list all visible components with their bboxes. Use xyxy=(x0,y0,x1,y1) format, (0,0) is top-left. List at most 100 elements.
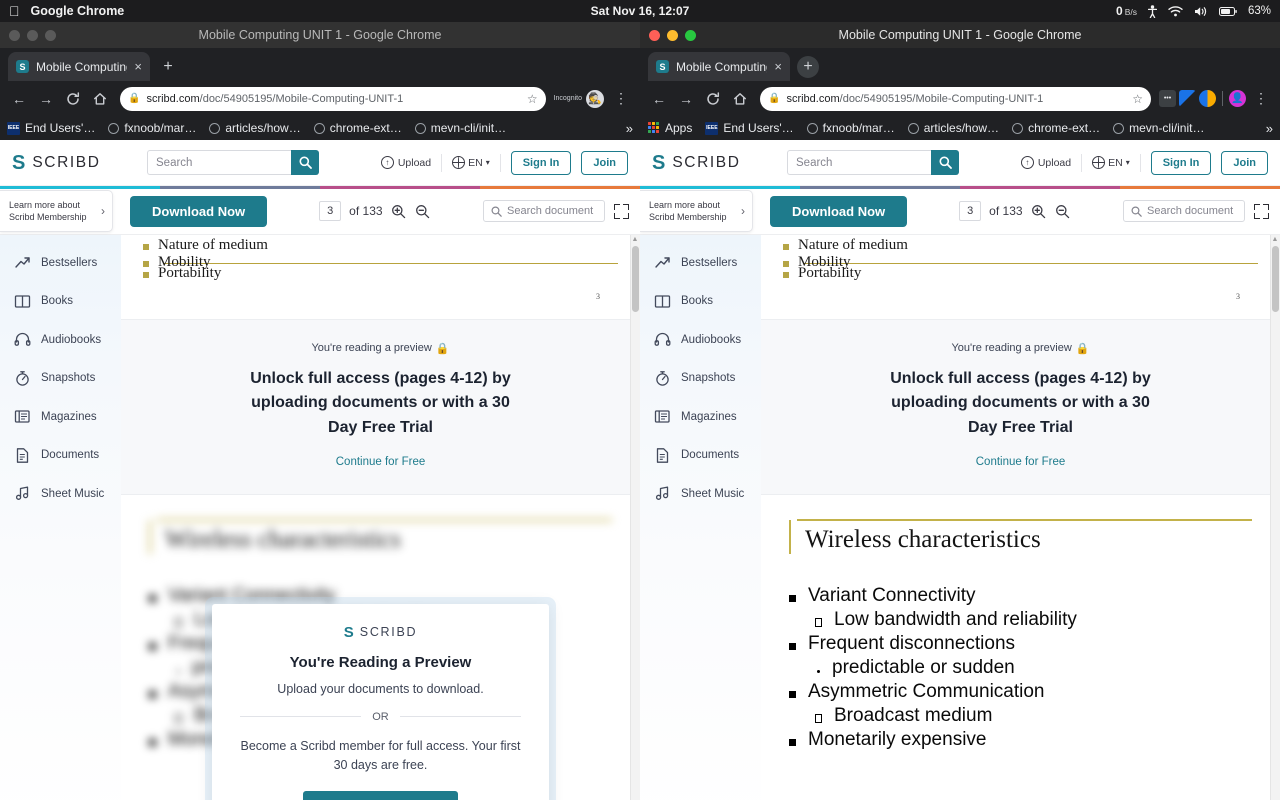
bookmark-item[interactable]: fxnoob/mar… xyxy=(108,121,196,135)
sidebar-item-books[interactable]: Books xyxy=(0,282,121,321)
back-icon[interactable]: ← xyxy=(647,87,671,111)
chrome-menu-icon[interactable]: ⋮ xyxy=(609,87,633,111)
language-selector[interactable]: EN ▾ xyxy=(1092,156,1130,169)
membership-promo-button[interactable]: Learn more about Scribd Membership › xyxy=(640,190,753,232)
document-search[interactable]: Search document xyxy=(483,200,605,222)
fullscreen-icon[interactable] xyxy=(1254,203,1269,219)
upload-button[interactable]: ↑ Upload xyxy=(380,156,431,169)
download-now-button[interactable]: Download Now xyxy=(130,195,268,227)
sign-in-button[interactable]: Sign In xyxy=(510,150,572,175)
extension-dark-icon[interactable] xyxy=(1159,90,1176,107)
wifi-icon[interactable] xyxy=(1168,5,1183,17)
join-button[interactable]: Join xyxy=(1221,150,1268,175)
browser-tab[interactable]: S Mobile Computing U × xyxy=(648,52,790,81)
sidebar-item-audiobooks[interactable]: Audiobooks xyxy=(0,321,121,360)
sidebar-item-magazines[interactable]: Magazines xyxy=(0,398,121,437)
join-button[interactable]: Join xyxy=(581,150,628,175)
scroll-up-arrow-icon[interactable]: ▲ xyxy=(1271,236,1279,244)
search-icon[interactable] xyxy=(291,150,319,175)
bookmark-item[interactable]: articles/how… xyxy=(907,121,999,135)
bookmark-item-apps[interactable]: Apps xyxy=(647,121,692,135)
chrome-menu-icon[interactable]: ⋮ xyxy=(1249,87,1273,111)
accessibility-icon[interactable] xyxy=(1147,4,1157,18)
document-reader[interactable]: Nature of medium Mobility Portability 3 … xyxy=(761,234,1280,800)
browser-window-right[interactable]: Mobile Computing UNIT 1 - Google Chrome … xyxy=(640,22,1280,800)
sign-in-button[interactable]: Sign In xyxy=(1150,150,1212,175)
modal-continue-for-free-button[interactable]: Continue for Free xyxy=(303,790,458,800)
bookmark-star-icon[interactable]: ☆ xyxy=(527,92,538,106)
extension-blue-icon[interactable] xyxy=(1179,90,1196,107)
site-search[interactable] xyxy=(787,150,959,175)
window-titlebar-right[interactable]: Mobile Computing UNIT 1 - Google Chrome xyxy=(640,22,1280,48)
zoom-out-icon[interactable] xyxy=(1055,203,1071,219)
bookmark-item[interactable]: IEEE End Users'… xyxy=(705,121,794,135)
close-icon[interactable]: × xyxy=(774,60,782,73)
bookmark-item[interactable]: chrome-ext… xyxy=(1012,121,1100,135)
reader-scrollbar[interactable]: ▲ ▼ xyxy=(1270,234,1280,800)
upload-button[interactable]: ↑ Upload xyxy=(1020,156,1071,169)
scroll-up-arrow-icon[interactable]: ▲ xyxy=(631,236,639,244)
language-selector[interactable]: EN ▾ xyxy=(452,156,490,169)
zoom-out-icon[interactable] xyxy=(415,203,431,219)
site-search[interactable] xyxy=(147,150,319,175)
battery-icon[interactable] xyxy=(1218,6,1237,16)
bookmarks-overflow-icon[interactable]: » xyxy=(626,121,633,136)
reload-icon[interactable] xyxy=(61,87,85,111)
maximize-window-button[interactable] xyxy=(45,29,56,41)
document-search[interactable]: Search document xyxy=(1123,200,1245,222)
bookmark-item[interactable]: IEEE End Users'… xyxy=(7,121,95,135)
zoom-in-icon[interactable] xyxy=(391,203,407,219)
page-number-input[interactable] xyxy=(959,201,982,221)
download-now-button[interactable]: Download Now xyxy=(770,195,908,227)
sidebar-item-documents[interactable]: Documents xyxy=(0,436,121,475)
sidebar-item-bestsellers[interactable]: Bestsellers xyxy=(640,244,761,283)
profile-avatar[interactable]: 👤 xyxy=(1229,90,1246,107)
search-icon[interactable] xyxy=(931,150,959,175)
minimize-window-button[interactable] xyxy=(27,29,38,41)
home-icon[interactable] xyxy=(728,87,752,111)
membership-promo-button[interactable]: Learn more about Scribd Membership › xyxy=(0,190,113,232)
sidebar-item-magazines[interactable]: Magazines xyxy=(640,398,761,437)
sidebar-item-books[interactable]: Books xyxy=(640,282,761,321)
close-icon[interactable]: × xyxy=(134,60,142,73)
forward-icon[interactable]: → xyxy=(34,87,58,111)
scribd-logo[interactable]: S SCRIBD xyxy=(12,153,147,173)
reader-scrollbar[interactable]: ▲ ▼ xyxy=(630,234,640,800)
volume-icon[interactable] xyxy=(1194,6,1208,17)
close-window-button[interactable] xyxy=(9,29,20,41)
document-reader[interactable]: Nature of medium Mobility Portability 3 … xyxy=(121,234,640,800)
bookmark-star-icon[interactable]: ☆ xyxy=(1132,92,1143,106)
continue-for-free-link[interactable]: Continue for Free xyxy=(761,456,1280,468)
reload-icon[interactable] xyxy=(701,87,725,111)
back-icon[interactable]: ← xyxy=(7,87,31,111)
forward-icon[interactable]: → xyxy=(674,87,698,111)
scribd-logo[interactable]: S SCRIBD xyxy=(652,153,787,173)
menubar-app-name[interactable]: Google Chrome xyxy=(31,4,125,18)
home-icon[interactable] xyxy=(88,87,112,111)
scrollbar-thumb[interactable] xyxy=(632,245,639,312)
bookmark-item[interactable]: chrome-ext… xyxy=(313,121,402,135)
sidebar-item-snapshots[interactable]: Snapshots xyxy=(640,359,761,398)
new-tab-button[interactable]: + xyxy=(797,56,819,78)
browser-tab[interactable]: S Mobile Computing U × xyxy=(8,52,150,81)
address-bar[interactable]: 🔒 scribd.com/doc/54905195/Mobile-Computi… xyxy=(120,86,546,111)
sidebar-item-documents[interactable]: Documents xyxy=(640,436,761,475)
sidebar-item-sheet-music[interactable]: Sheet Music xyxy=(640,475,761,514)
zoom-in-icon[interactable] xyxy=(1031,203,1047,219)
apple-logo-icon[interactable]:  xyxy=(9,4,20,18)
search-input[interactable] xyxy=(147,150,291,175)
bookmark-item[interactable]: mevn-cli/init… xyxy=(414,121,506,135)
address-bar[interactable]: 🔒 scribd.com/doc/54905195/Mobile-Computi… xyxy=(760,86,1151,111)
fullscreen-icon[interactable] xyxy=(614,203,629,219)
extension-circle-icon[interactable] xyxy=(1199,90,1216,107)
window-titlebar-left[interactable]: Mobile Computing UNIT 1 - Google Chrome xyxy=(0,22,640,48)
bookmark-item[interactable]: articles/how… xyxy=(209,121,301,135)
sidebar-item-audiobooks[interactable]: Audiobooks xyxy=(640,321,761,360)
scrollbar-thumb[interactable] xyxy=(1272,245,1279,312)
bookmark-item[interactable]: mevn-cli/init… xyxy=(1113,121,1204,135)
bookmark-item[interactable]: fxnoob/mar… xyxy=(806,121,895,135)
sidebar-item-snapshots[interactable]: Snapshots xyxy=(0,359,121,398)
browser-window-left[interactable]: Mobile Computing UNIT 1 - Google Chrome … xyxy=(0,22,640,800)
new-tab-button[interactable]: + xyxy=(157,56,179,78)
maximize-window-button[interactable] xyxy=(685,29,696,41)
